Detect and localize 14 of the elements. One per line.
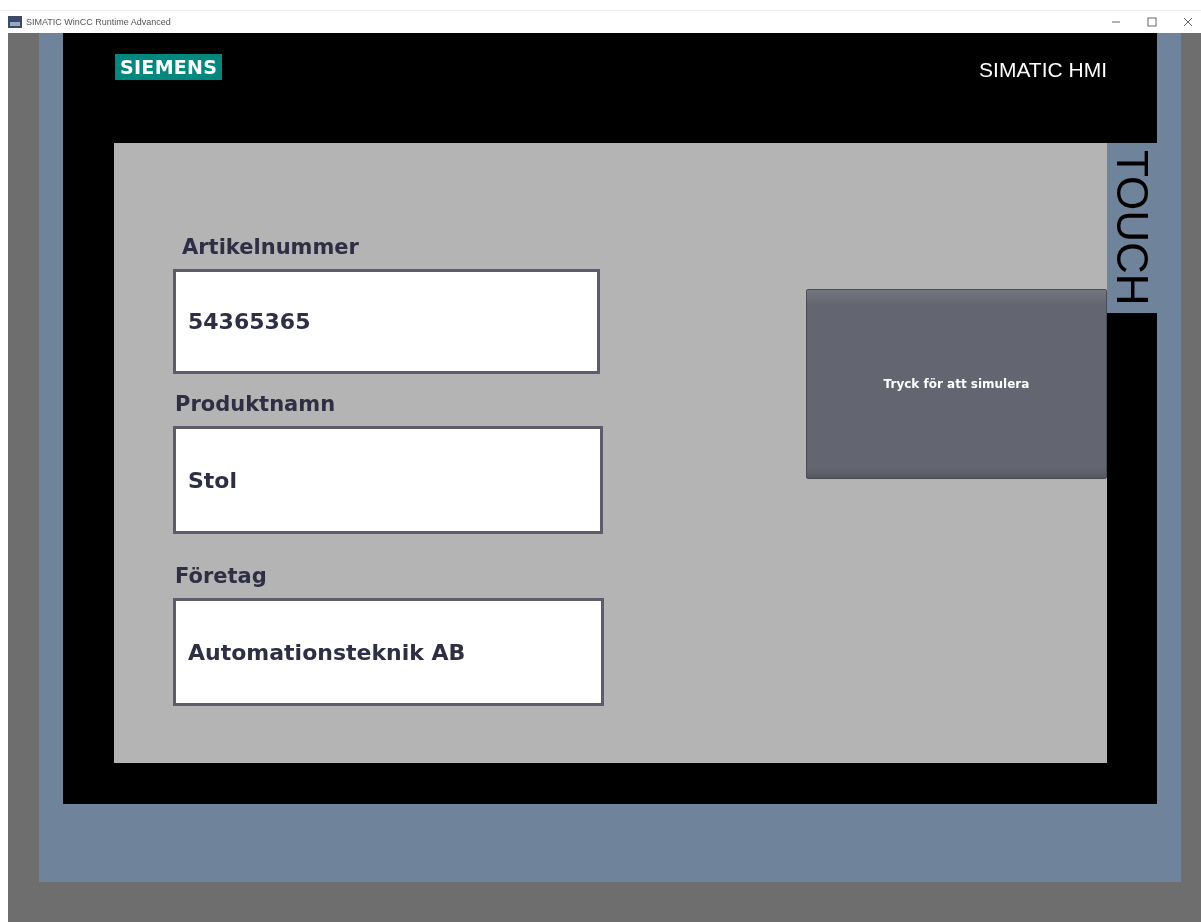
window-title: SIMATIC WinCC Runtime Advanced: [26, 17, 172, 27]
field-label: Produktnamn: [175, 392, 337, 416]
product-name: SIMATIC HMI: [979, 58, 1107, 82]
touch-label: TOUCH: [1107, 143, 1157, 313]
field-label: Företag: [175, 564, 268, 588]
field-label: Artikelnummer: [182, 235, 360, 259]
close-icon[interactable]: [1183, 17, 1193, 27]
io-field[interactable]: Automationsteknik AB: [173, 598, 604, 706]
maximize-icon[interactable]: [1147, 17, 1157, 27]
io-field[interactable]: 54365365: [173, 269, 600, 374]
simulate-button[interactable]: Tryck för att simulera: [806, 289, 1107, 479]
app-icon: [8, 16, 22, 28]
brand-logo: SIEMENS: [115, 54, 223, 80]
io-field[interactable]: Stol: [173, 426, 603, 534]
